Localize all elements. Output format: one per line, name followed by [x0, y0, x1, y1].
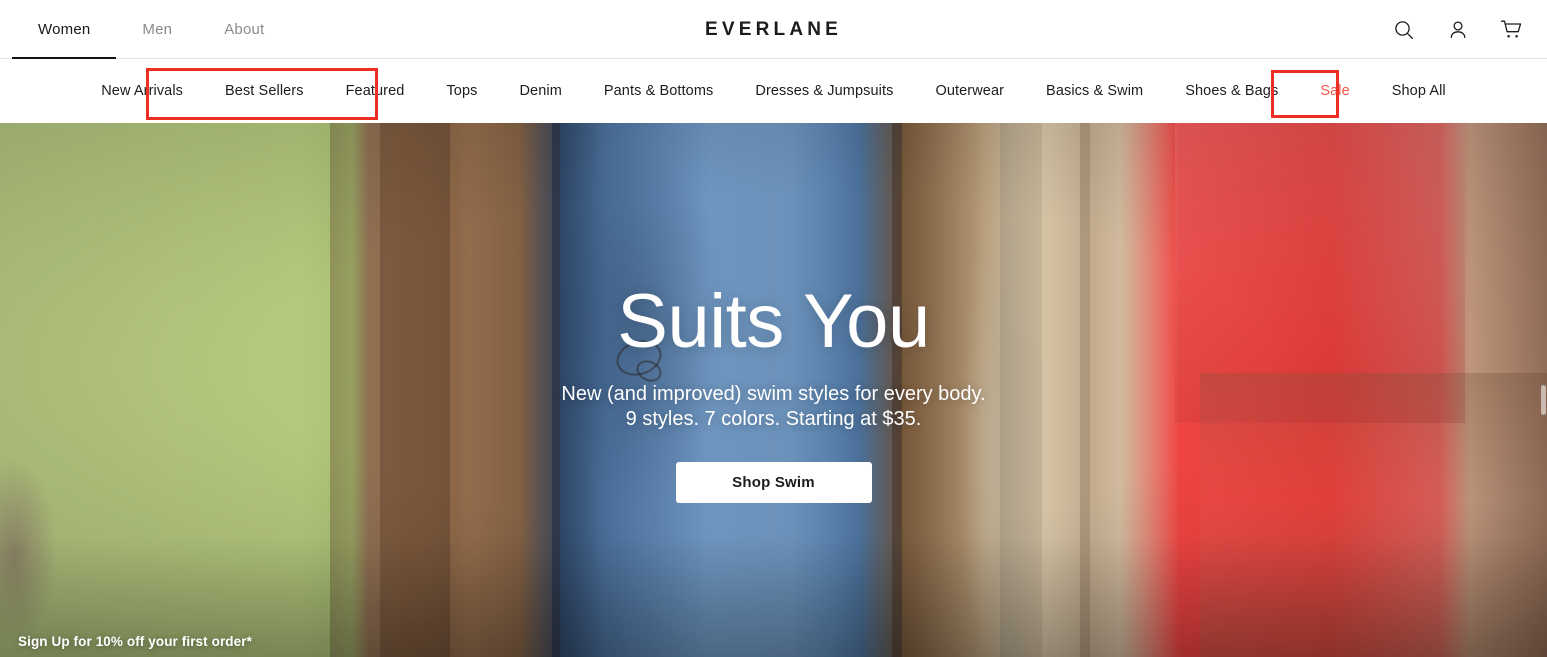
cat-shoes-bags[interactable]: Shoes & Bags: [1164, 59, 1299, 123]
top-tab-women[interactable]: Women: [12, 0, 117, 59]
top-tab-women-label: Women: [38, 20, 91, 38]
cat-best-sellers[interactable]: Best Sellers: [204, 59, 325, 123]
category-nav: New Arrivals Best Sellers Featured Tops …: [0, 59, 1547, 123]
site-header: Women Men About EVERLANE: [0, 0, 1547, 59]
cat-featured[interactable]: Featured: [325, 59, 426, 123]
hero-title: Suits You: [617, 279, 930, 364]
hero-banner: Suits You New (and improved) swim styles…: [0, 123, 1547, 657]
hero-subtitle-line-1: New (and improved) swim styles for every…: [561, 383, 986, 405]
account-icon[interactable]: [1445, 17, 1471, 43]
top-tab-men-label: Men: [142, 20, 173, 38]
cat-sale[interactable]: Sale: [1299, 59, 1370, 123]
page-scrollbar-thumb[interactable]: [1541, 385, 1546, 415]
cat-dresses-jumpsuits[interactable]: Dresses & Jumpsuits: [734, 59, 914, 123]
cat-denim[interactable]: Denim: [498, 59, 582, 123]
page-scrollbar[interactable]: [1541, 245, 1547, 657]
top-tab-about[interactable]: About: [198, 0, 290, 59]
hero-subtitle: New (and improved) swim styles for every…: [0, 382, 1547, 432]
cat-basics-swim[interactable]: Basics & Swim: [1025, 59, 1164, 123]
hero-subtitle-line-2: 9 styles. 7 colors. Starting at $35.: [625, 408, 922, 431]
top-tab-men[interactable]: Men: [116, 0, 198, 59]
page-root: Women Men About EVERLANE New Arrivals Be…: [0, 0, 1547, 657]
primary-nav: Women Men About: [0, 0, 290, 59]
cat-shop-all[interactable]: Shop All: [1371, 59, 1467, 123]
hero-copy: Suits You New (and improved) swim styles…: [0, 123, 1547, 504]
cat-outerwear[interactable]: Outerwear: [914, 59, 1025, 123]
cat-tops[interactable]: Tops: [425, 59, 498, 123]
cat-pants-bottoms[interactable]: Pants & Bottoms: [583, 59, 735, 123]
cat-new-arrivals[interactable]: New Arrivals: [80, 59, 204, 123]
cart-icon[interactable]: [1499, 17, 1525, 43]
header-actions: [1391, 0, 1525, 59]
brand-logo-text[interactable]: EVERLANE: [705, 19, 842, 40]
signup-promo-link[interactable]: Sign Up for 10% off your first order*: [18, 634, 252, 649]
search-icon[interactable]: [1391, 17, 1417, 43]
shop-swim-button[interactable]: Shop Swim: [675, 462, 872, 504]
top-tab-about-label: About: [224, 20, 265, 38]
